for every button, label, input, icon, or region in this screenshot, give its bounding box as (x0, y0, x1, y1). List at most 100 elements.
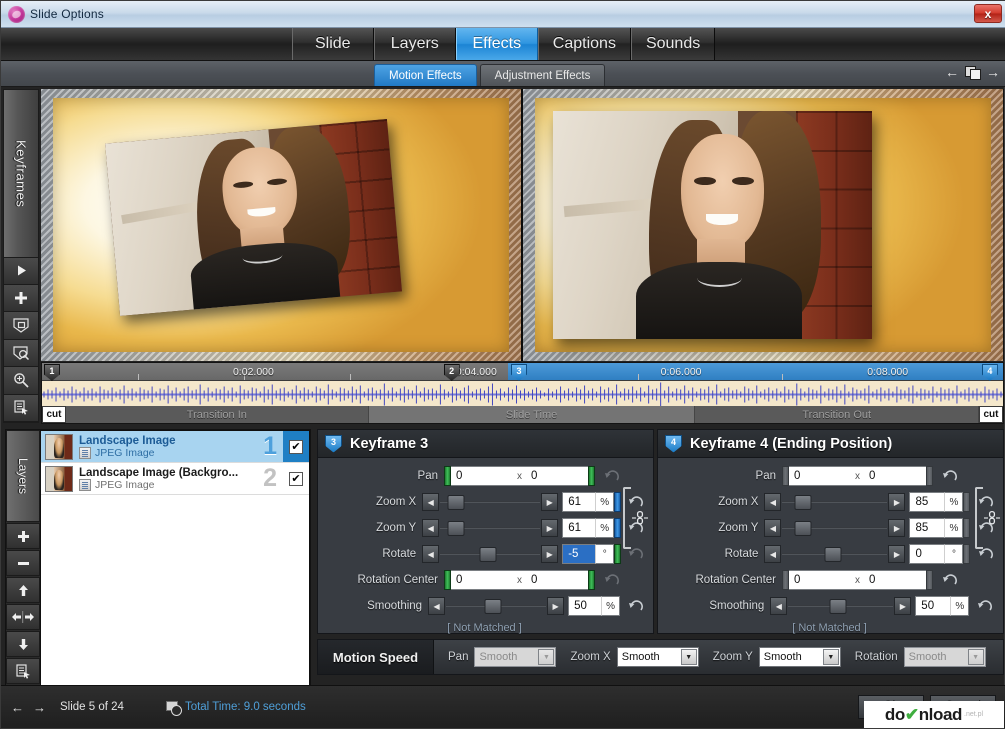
tab-captions[interactable]: Captions (537, 28, 631, 60)
zoom-y-dec-k4[interactable]: ◀ (764, 519, 782, 537)
move-up-icon[interactable] (6, 577, 40, 603)
next-slide-icon[interactable]: → (33, 700, 46, 715)
zoom-x-knob-k4[interactable] (794, 495, 812, 510)
smoothing-knob-k4[interactable] (829, 599, 847, 614)
smoothing-dec-k3[interactable]: ◀ (428, 597, 446, 615)
rotate-knob-k3[interactable] (479, 547, 497, 562)
chain-link-icon[interactable] (984, 510, 1000, 526)
motion-speed-rotation-select[interactable]: Smooth ▼ (903, 647, 986, 667)
copy-icon[interactable] (965, 65, 981, 80)
move-down-icon[interactable] (6, 631, 40, 657)
zoom-y-inc-k4[interactable]: ▶ (888, 519, 906, 537)
rotation-center-x-input-k3[interactable]: 0 (451, 570, 513, 590)
pan-y-input-k3[interactable]: 0 (526, 466, 588, 486)
rotate-inc-k4[interactable]: ▶ (888, 545, 906, 563)
add-icon[interactable] (4, 285, 38, 313)
zoom-x-inc-k3[interactable]: ▶ (541, 493, 559, 511)
smoothing-knob-k3[interactable] (484, 599, 502, 614)
rotate-track-k3[interactable] (440, 545, 541, 563)
smoothing-track-k3[interactable] (446, 597, 547, 615)
prev-slide-icon[interactable]: ← (11, 700, 24, 715)
zoom-x-slider-k3[interactable]: ◀ ▶ (422, 492, 559, 512)
zoom-x-input-k4[interactable]: 85 (909, 492, 945, 512)
layer-visibility-checkbox[interactable]: ✔ (289, 471, 303, 486)
smoothing-reset-icon-k3[interactable] (626, 596, 645, 616)
tab-slide[interactable]: Slide (291, 28, 374, 60)
pan-reset-icon-k3[interactable] (601, 466, 623, 486)
next-slide-icon[interactable]: → (986, 65, 1000, 79)
zoom-x-inc-k4[interactable]: ▶ (888, 493, 906, 511)
preview-pane-start[interactable] (41, 89, 522, 361)
tab-adjustment-effects[interactable]: Adjustment Effects (479, 64, 606, 86)
pan-x-input-k4[interactable]: 0 (789, 466, 851, 486)
prev-slide-icon[interactable]: ← (945, 65, 959, 79)
rotation-center-reset-icon-k4[interactable] (939, 570, 961, 590)
rotation-center-y-input-k3[interactable]: 0 (526, 570, 588, 590)
smoothing-slider-k4[interactable]: ◀ ▶ (770, 596, 912, 616)
chevron-down-icon[interactable]: ▼ (538, 649, 555, 665)
zoom-y-slider-k3[interactable]: ◀ ▶ (422, 518, 559, 538)
pan-x-input-k3[interactable]: 0 (451, 466, 513, 486)
keyframe-marker-1[interactable]: 1 (43, 364, 60, 381)
keyframe-marker-2[interactable]: 2 (443, 364, 460, 381)
rotation-center-y-input-k4[interactable]: 0 (864, 570, 926, 590)
preview-pane-end[interactable] (522, 89, 1003, 361)
rotate-input-k3[interactable]: -5 (562, 544, 596, 564)
add-keyframe-icon[interactable] (4, 312, 38, 340)
zoom-y-dec-k3[interactable]: ◀ (422, 519, 440, 537)
rotate-dec-k4[interactable]: ◀ (764, 545, 782, 563)
close-icon[interactable]: x (974, 4, 1002, 23)
zoom-x-dec-k3[interactable]: ◀ (422, 493, 440, 511)
list-item[interactable]: Landscape Image (Backgro... JPEG Image 2… (41, 463, 309, 495)
chevron-down-icon[interactable]: ▼ (680, 649, 697, 665)
add-layer-icon[interactable] (6, 523, 40, 549)
smoothing-inc-k3[interactable]: ▶ (547, 597, 565, 615)
zoom-x-slider-k4[interactable]: ◀ ▶ (764, 492, 906, 512)
zoom-y-knob-k4[interactable] (794, 521, 812, 536)
motion-speed-pan-select[interactable]: Smooth ▼ (474, 647, 557, 667)
smoothing-reset-icon-k4[interactable] (975, 596, 995, 616)
zoom-x-dec-k4[interactable]: ◀ (764, 493, 782, 511)
zoom-x-track-k3[interactable] (440, 493, 541, 511)
rotate-slider-k4[interactable]: ◀ ▶ (764, 544, 906, 564)
layers-list[interactable]: Landscape Image JPEG Image 1 ✔ Landscape… (40, 430, 310, 686)
smoothing-input-k3[interactable]: 50 (568, 596, 602, 616)
rotate-knob-k4[interactable] (824, 547, 842, 562)
chain-link-icon[interactable] (632, 510, 648, 526)
rotation-center-reset-icon-k3[interactable] (601, 570, 623, 590)
play-icon[interactable] (4, 257, 38, 285)
rotate-input-k4[interactable]: 0 (909, 544, 945, 564)
rotate-inc-k3[interactable]: ▶ (541, 545, 559, 563)
zoom-y-input-k3[interactable]: 61 (562, 518, 596, 538)
smoothing-inc-k4[interactable]: ▶ (894, 597, 912, 615)
chevron-down-icon[interactable]: ▼ (967, 649, 984, 665)
zoom-y-knob-k3[interactable] (447, 521, 465, 536)
tab-effects[interactable]: Effects (455, 28, 538, 60)
timeline-ruler[interactable]: 0:02.000 0:04.000 0:06.000 0:08.000 1 2 … (42, 363, 1003, 381)
move-horizontal-icon[interactable] (6, 604, 40, 630)
rotate-dec-k3[interactable]: ◀ (422, 545, 440, 563)
tab-motion-effects[interactable]: Motion Effects (374, 64, 477, 86)
zoom-y-input-k4[interactable]: 85 (909, 518, 945, 538)
zoom-y-track-k3[interactable] (440, 519, 541, 537)
zoom-y-slider-k4[interactable]: ◀ ▶ (764, 518, 906, 538)
zoom-x-track-k4[interactable] (782, 493, 888, 511)
zoom-x-input-k3[interactable]: 61 (562, 492, 596, 512)
layer-options-icon[interactable] (6, 658, 40, 684)
rotation-center-x-input-k4[interactable]: 0 (789, 570, 851, 590)
remove-layer-icon[interactable] (6, 550, 40, 576)
pan-y-input-k4[interactable]: 0 (864, 466, 926, 486)
segment-transition-out[interactable]: Transition Out (695, 406, 979, 423)
rotate-track-k4[interactable] (782, 545, 888, 563)
segment-transition-in[interactable]: Transition In (66, 406, 369, 423)
smoothing-track-k4[interactable] (788, 597, 894, 615)
segment-slide-time[interactable]: Slide Time (368, 406, 696, 423)
pan-reset-icon-k4[interactable] (939, 466, 961, 486)
zoom-keyframe-icon[interactable] (4, 339, 38, 368)
zoom-y-inc-k3[interactable]: ▶ (541, 519, 559, 537)
smoothing-slider-k3[interactable]: ◀ ▶ (428, 596, 565, 616)
rotate-slider-k3[interactable]: ◀ ▶ (422, 544, 559, 564)
timeline[interactable]: 0:02.000 0:04.000 0:06.000 0:08.000 1 2 … (41, 362, 1004, 424)
tab-layers[interactable]: Layers (373, 28, 456, 60)
zoom-y-track-k4[interactable] (782, 519, 888, 537)
